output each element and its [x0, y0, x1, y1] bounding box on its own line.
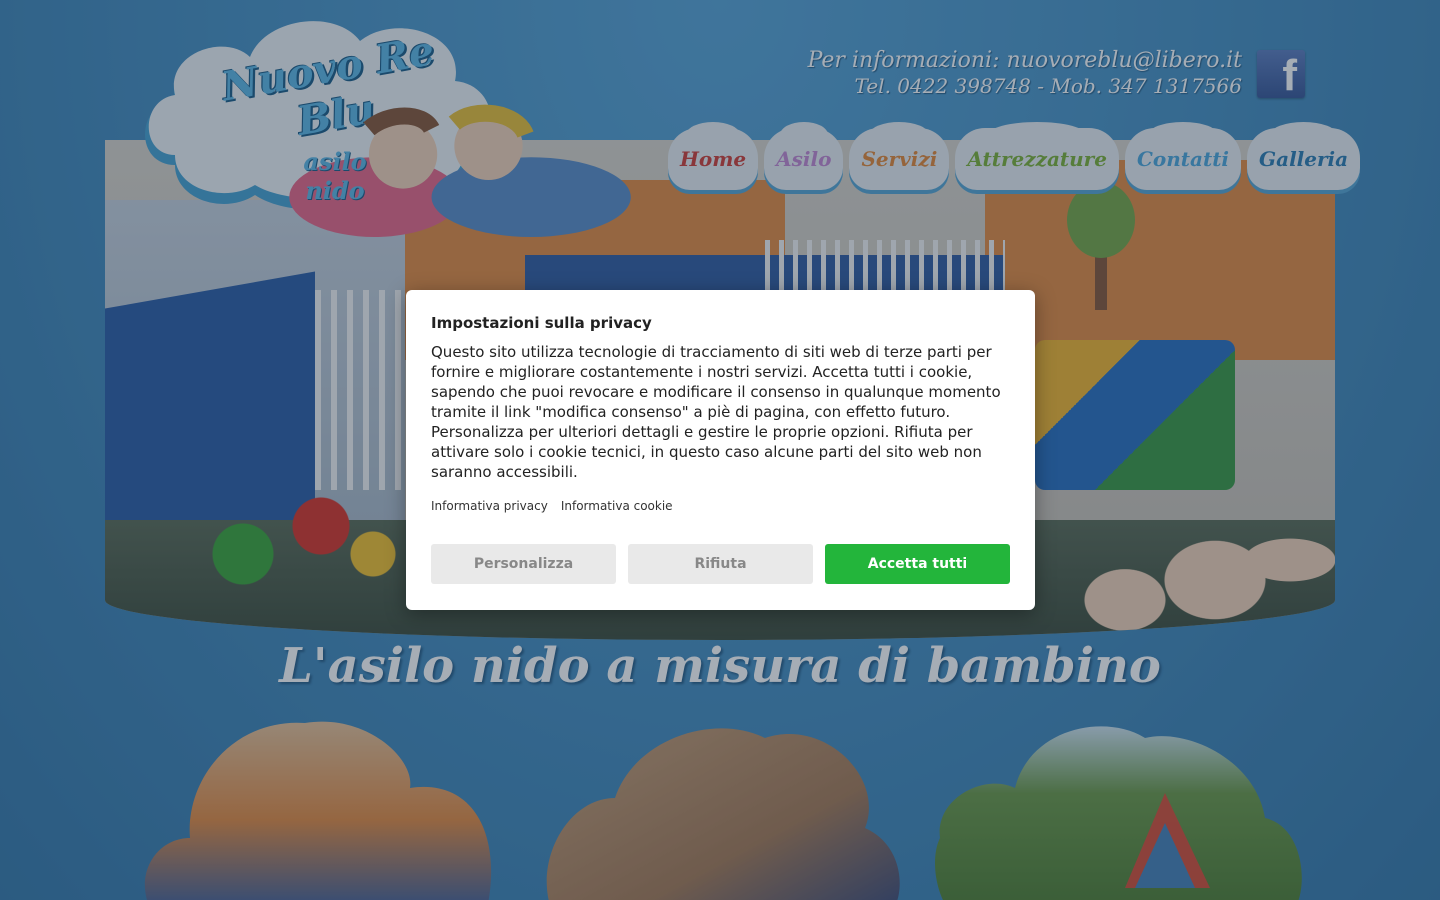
reject-button[interactable]: Rifiuta — [628, 544, 813, 584]
dialog-links: Informativa privacy Informativa cookie — [431, 499, 1010, 513]
dialog-title: Impostazioni sulla privacy — [431, 314, 652, 332]
dialog-buttons: Personalizza Rifiuta Accetta tutti — [431, 544, 1010, 584]
cookie-consent-dialog: Impostazioni sulla privacy Questo sito u… — [406, 290, 1035, 610]
accept-all-button[interactable]: Accetta tutti — [825, 544, 1010, 584]
privacy-policy-link[interactable]: Informativa privacy — [431, 499, 548, 513]
customize-button[interactable]: Personalizza — [431, 544, 616, 584]
dialog-text: Questo sito utilizza tecnologie di tracc… — [431, 343, 1001, 481]
cookie-policy-link[interactable]: Informativa cookie — [561, 499, 673, 513]
